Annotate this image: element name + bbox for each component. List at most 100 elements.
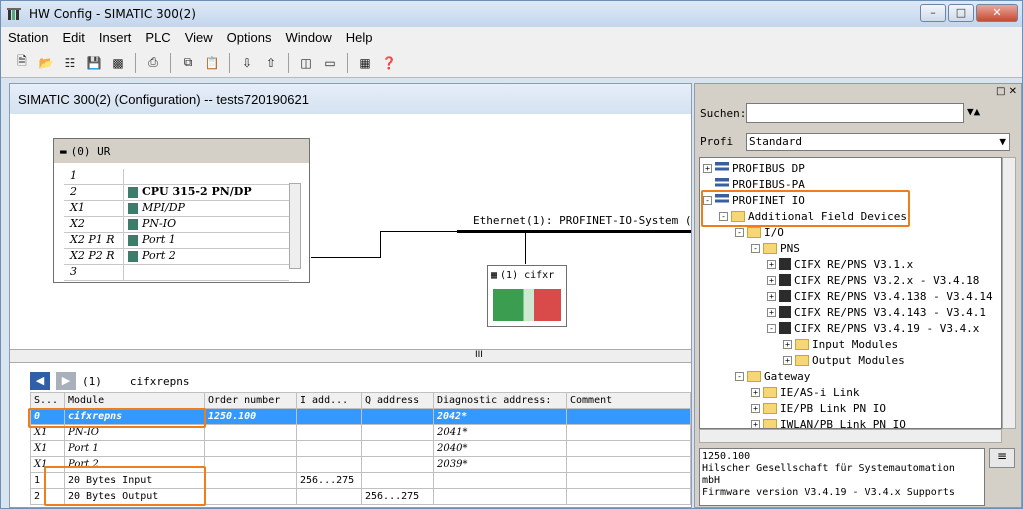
tree-item[interactable]: + Input Modules [783, 336, 898, 352]
rack-scrollbar[interactable] [289, 183, 301, 269]
expand-icon[interactable]: + [783, 355, 792, 365]
cell [566, 408, 691, 425]
title-bar: HW Config - SIMATIC 300(2) – □ ✕ [1, 1, 1022, 27]
io-device[interactable]: ▦ (1) cifxr [487, 265, 567, 327]
rack-row[interactable]: X2 PN-IO [64, 217, 289, 233]
menu-help[interactable]: Help [339, 30, 380, 45]
info-toggle-icon[interactable]: ≡ [989, 448, 1015, 468]
tree-item[interactable]: + IE/AS-i Link [751, 384, 859, 400]
maximize-button[interactable]: □ [948, 4, 974, 22]
station-view[interactable]: ▬ (0) UR 1 2 CPU 315-2 PN/DP X1 MPI/DP X2 P… [10, 114, 691, 349]
menu-insert[interactable]: Insert [92, 30, 139, 45]
detail-number: (1) [82, 374, 102, 388]
collapse-icon[interactable]: - [751, 243, 760, 253]
horizontal-scrollbar[interactable]: III [10, 349, 691, 363]
collapse-icon[interactable]: - [735, 227, 744, 237]
rack-row[interactable]: X2 P2 R Port 2 [64, 249, 289, 265]
col-comment[interactable]: Comment [566, 392, 691, 409]
menu-view[interactable]: View [178, 30, 220, 45]
cell: 256...275 [361, 488, 434, 505]
col-diagnostic-address[interactable]: Diagnostic address: [433, 392, 567, 409]
catalog-tree[interactable]: + PROFIBUS DP PROFIBUS-PA - PROFINET IO - Addi… [699, 157, 1002, 429]
profile-value: Standard [749, 135, 802, 148]
expand-icon[interactable]: + [751, 403, 760, 413]
col-i-address[interactable]: I add... [296, 392, 362, 409]
menu-edit[interactable]: Edit [55, 30, 91, 45]
hw-config-window: HW Config - SIMATIC 300(2) – □ ✕ Station… [0, 0, 1023, 509]
expand-icon[interactable]: + [767, 259, 776, 269]
highlight-box [28, 408, 206, 428]
compile-icon[interactable]: ▩ [107, 52, 129, 74]
tree-item[interactable]: - Gateway [735, 368, 810, 384]
tree-item[interactable]: + Output Modules [783, 352, 905, 368]
col-order-number[interactable]: Order number [204, 392, 297, 409]
module-icon [128, 235, 138, 246]
rack-row[interactable]: 3 [64, 265, 289, 281]
close-button[interactable]: ✕ [976, 4, 1018, 22]
new-icon[interactable]: 🗎 [11, 52, 33, 74]
forward-arrow-icon[interactable]: ▶ [56, 372, 76, 390]
tree-item[interactable]: + CIFX RE/PNS V3.2.x - V3.4.18 [767, 272, 979, 288]
tree-item-label: CIFX RE/PNS V3.4.19 - V3.4.x [794, 321, 980, 335]
rack-row[interactable]: X2 P1 R Port 1 [64, 233, 289, 249]
expand-icon[interactable]: + [767, 291, 776, 301]
collapse-icon[interactable]: - [735, 371, 744, 381]
rack-row[interactable]: X1 MPI/DP [64, 201, 289, 217]
rack-slot: X2 P1 R [64, 233, 124, 248]
collapse-icon[interactable]: - [767, 323, 776, 333]
col-q-address[interactable]: Q address [361, 392, 434, 409]
paste-icon[interactable]: 📋 [201, 52, 223, 74]
search-input[interactable] [746, 103, 964, 123]
tree-item[interactable]: + IE/PB Link PN IO [751, 400, 886, 416]
hw-config-icon [7, 8, 21, 20]
expand-icon[interactable]: + [751, 387, 760, 397]
toolbar-separator [347, 52, 348, 73]
expand-icon[interactable]: + [767, 275, 776, 285]
tree-vertical-scrollbar[interactable] [1002, 157, 1016, 429]
rack[interactable]: ▬ (0) UR 1 2 CPU 315-2 PN/DP X1 MPI/DP X2 P… [53, 138, 310, 283]
menu-options[interactable]: Options [220, 30, 279, 45]
print-icon[interactable]: ⎙ [142, 52, 164, 74]
monitor-icon[interactable]: ▭ [319, 52, 341, 74]
module-icon [128, 203, 138, 214]
tree-item[interactable]: + CIFX RE/PNS V3.4.143 - V3.4.1 [767, 304, 986, 320]
rack-row[interactable]: 2 CPU 315-2 PN/DP [64, 185, 289, 201]
copy-icon[interactable]: ⧉ [177, 52, 199, 74]
menu-station[interactable]: Station [1, 30, 55, 45]
profinet-bus-line[interactable] [457, 230, 691, 233]
save-icon[interactable]: 💾 [83, 52, 105, 74]
catalog-icon[interactable]: ◫ [295, 52, 317, 74]
back-arrow-icon[interactable]: ◀ [30, 372, 50, 390]
expand-icon[interactable]: + [751, 419, 760, 428]
open-icon[interactable]: 📂 [35, 52, 57, 74]
minimize-button[interactable]: – [920, 4, 946, 22]
menu-plc[interactable]: PLC [138, 30, 177, 45]
search-down-icon[interactable]: ▼▲ [967, 105, 980, 118]
panel-close-icon[interactable]: □ ✕ [996, 86, 1017, 97]
table-row[interactable]: X1 Port 1 2040* [30, 440, 691, 457]
device-header: ▦ (1) cifxr [488, 266, 566, 284]
expand-icon[interactable]: + [703, 163, 712, 173]
tree-horizontal-scrollbar[interactable] [699, 429, 1002, 443]
rack-row[interactable]: 1 [64, 169, 289, 185]
tree-item[interactable]: + CIFX RE/PNS V3.4.138 - V3.4.14 [767, 288, 993, 304]
menu-window[interactable]: Window [278, 30, 338, 45]
expand-icon[interactable]: + [783, 339, 792, 349]
help-icon[interactable]: ❓ [378, 52, 400, 74]
upload-icon[interactable]: ⇧ [260, 52, 282, 74]
properties-icon[interactable]: ▦ [354, 52, 376, 74]
network-icon[interactable]: ☷ [59, 52, 81, 74]
download-icon[interactable]: ⇩ [236, 52, 258, 74]
expand-icon[interactable]: + [767, 307, 776, 317]
col-module[interactable]: Module [64, 392, 205, 409]
tree-item[interactable]: - PNS [751, 240, 800, 256]
tree-item[interactable]: + IWLAN/PB Link PN IO [751, 416, 906, 428]
tree-item[interactable]: - CIFX RE/PNS V3.4.19 - V3.4.x [767, 320, 979, 336]
chevron-down-icon: ▼ [999, 135, 1006, 148]
highlight-box [44, 466, 206, 506]
profile-select[interactable]: Standard ▼ [746, 133, 1010, 151]
tree-item[interactable]: + CIFX RE/PNS V3.1.x [767, 256, 913, 272]
col-slot[interactable]: S... [30, 392, 65, 409]
tree-item[interactable]: + PROFIBUS DP [703, 160, 805, 176]
toolbar-separator [170, 52, 171, 73]
